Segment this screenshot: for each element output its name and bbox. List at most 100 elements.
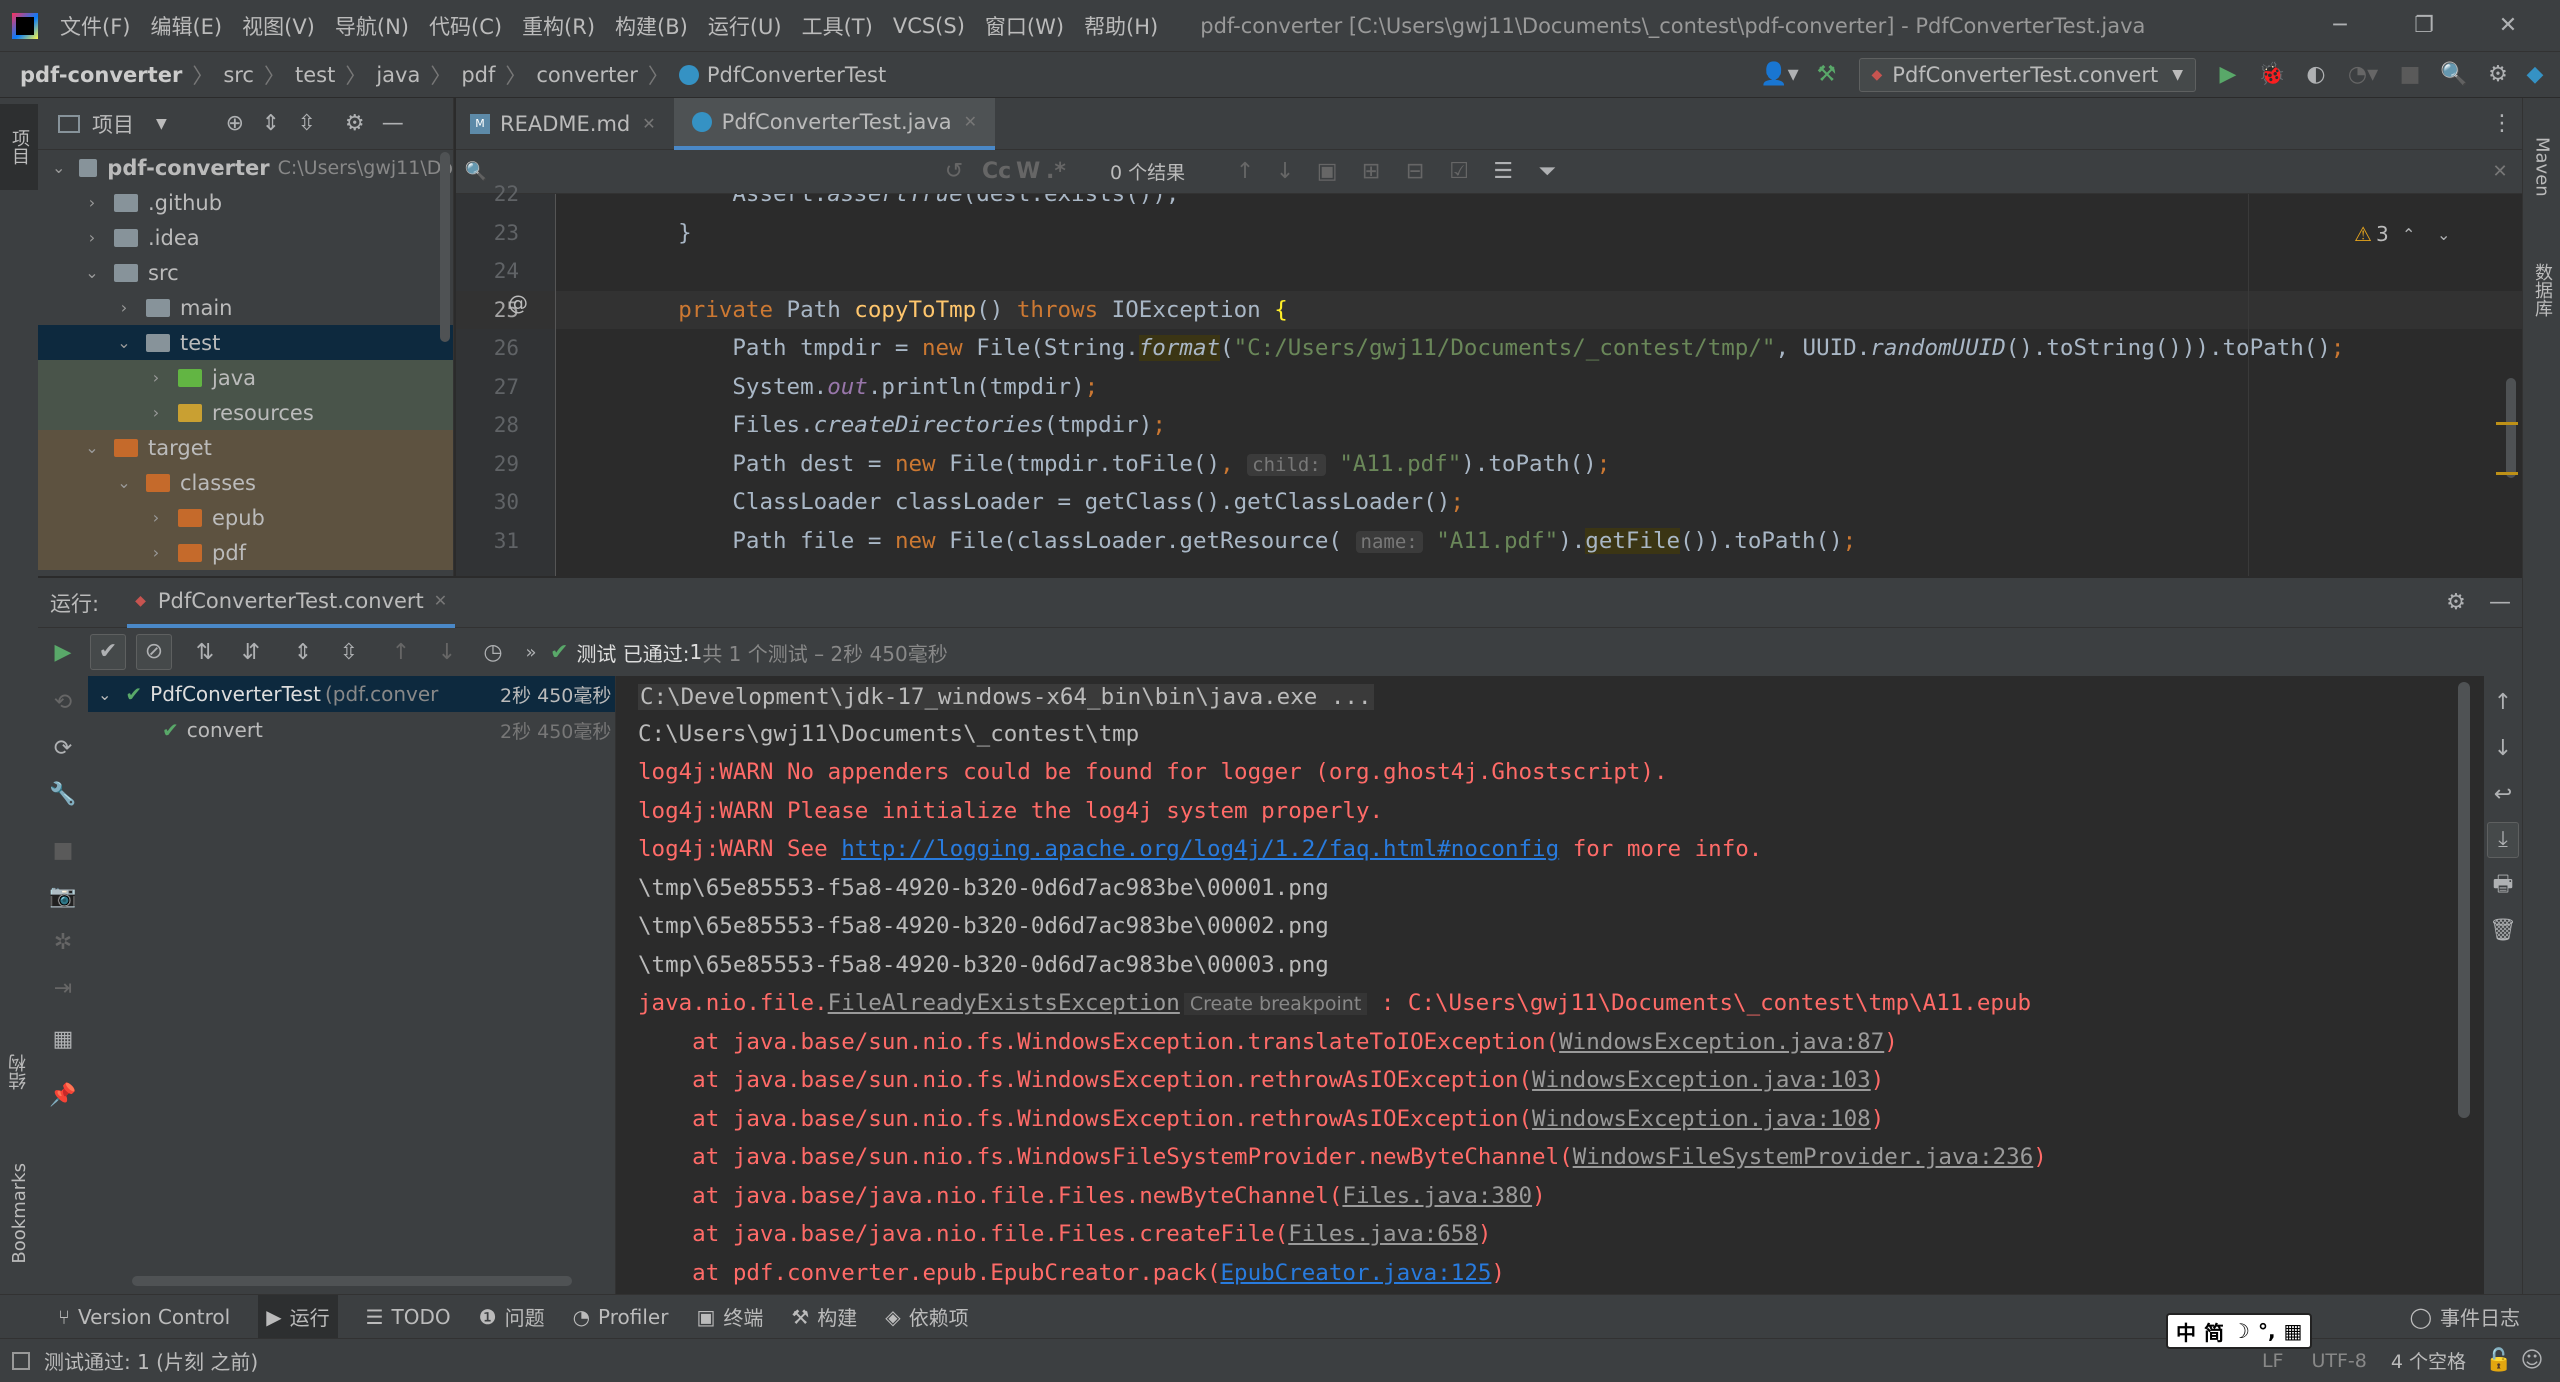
breadcrumb-src[interactable]: src [223, 63, 254, 87]
restore-icon[interactable]: ❐ [2382, 13, 2466, 38]
expand-all-icon[interactable]: ⇕ [280, 640, 326, 665]
tree-item[interactable]: › pdf [38, 535, 453, 570]
filter-lines-icon[interactable]: ☰ [1481, 159, 1525, 184]
add-selection-icon[interactable]: ⊞ [1349, 159, 1393, 184]
stack-link[interactable]: WindowsException.java:108 [1532, 1106, 1871, 1132]
menu-edit[interactable]: 编辑(E) [150, 11, 222, 41]
tab-pdfconvertertest[interactable]: PdfConverterTest.java ✕ [673, 97, 996, 150]
expand-all-icon[interactable]: ⇕ [253, 111, 289, 136]
arrow-up-icon[interactable]: ↑ [2494, 680, 2512, 726]
words-toggle[interactable]: W [1016, 159, 1046, 184]
chevron-up-icon[interactable]: ⌃ [2389, 225, 2429, 244]
close-icon[interactable]: ✕ [434, 591, 447, 610]
menu-navigate[interactable]: 导航(N) [335, 11, 409, 41]
plugin-icon[interactable]: ◆ [2520, 62, 2550, 87]
history-icon[interactable]: ↺ [936, 159, 972, 184]
chevron-down-icon[interactable]: ▼ [156, 116, 167, 132]
indent[interactable]: 4 个空格 [2391, 1347, 2466, 1374]
debug-icon[interactable]: ✲ [54, 920, 72, 966]
tree-item[interactable]: ⌄ classes [38, 465, 453, 500]
chevron-down-icon[interactable]: ⌄ [84, 263, 100, 282]
tab-build[interactable]: ⚒ 构建 [791, 1302, 857, 1331]
gear-icon[interactable]: ⚙ [2434, 590, 2478, 615]
arrow-up-icon[interactable]: ↑ [1225, 159, 1265, 184]
run-config-selector[interactable]: ◆ PdfConverterTest.convert ▼ [1858, 57, 2196, 92]
tab-problems[interactable]: ❶ 问题 [479, 1302, 545, 1331]
stack-link[interactable]: EpubCreator.java:125 [1220, 1260, 1491, 1286]
chevron-right-icon[interactable]: › [148, 368, 164, 387]
tree-item[interactable]: ⌄ src [38, 255, 453, 290]
bookmarks-tool-button[interactable]: Bookmarks [0, 1138, 38, 1288]
rerun-failed-icon[interactable]: ⟲ [54, 680, 72, 726]
wrench-icon[interactable]: 🔧 [49, 772, 76, 818]
stack-link[interactable]: WindowsFileSystemProvider.java:236 [1573, 1144, 2034, 1170]
menu-tools[interactable]: 工具(T) [802, 11, 873, 41]
breadcrumb-project[interactable]: pdf-converter [20, 63, 182, 87]
pin-icon[interactable]: 📌 [49, 1068, 76, 1124]
tree-item[interactable]: › epub [38, 500, 453, 535]
arrow-down-icon[interactable]: ↓ [424, 640, 470, 665]
tree-item[interactable]: › java [38, 360, 453, 395]
stack-link[interactable]: WindowsException.java:87 [1559, 1029, 1884, 1055]
project-scrollbar[interactable] [440, 152, 450, 342]
stop-icon[interactable]: ■ [2388, 62, 2432, 87]
select-all-occurrences-icon[interactable]: ☑ [1437, 159, 1481, 184]
stack-link[interactable]: WindowsException.java:103 [1532, 1067, 1871, 1093]
coverage-icon[interactable]: ◐ [2294, 62, 2338, 87]
tab-profiler[interactable]: ◔ Profiler [573, 1305, 669, 1329]
close-icon[interactable]: ✕ [2466, 13, 2550, 38]
encoding[interactable]: UTF-8 [2311, 1350, 2366, 1372]
more-icon[interactable]: ⋮ [2482, 111, 2522, 136]
chevron-right-icon[interactable]: › [116, 298, 132, 317]
arrow-up-icon[interactable]: ↑ [378, 640, 424, 665]
stop-icon[interactable]: ■ [53, 828, 74, 874]
intellij-logo-icon[interactable] [12, 12, 38, 39]
code-area[interactable]: Assert.assertTrue(dest.exists()); } priv… [556, 194, 2522, 576]
breadcrumb-java[interactable]: java [376, 63, 420, 87]
run-tab[interactable]: ◆ PdfConverterTest.convert ✕ [127, 578, 456, 628]
inspector-icon[interactable]: ☺ [2514, 1348, 2550, 1373]
breadcrumb-converter[interactable]: converter [536, 63, 637, 87]
menu-run[interactable]: 运行(U) [708, 11, 782, 41]
console-scrollbar[interactable] [2458, 682, 2470, 1118]
camera-icon[interactable]: 📷 [49, 874, 76, 920]
tree-item[interactable]: › .github [38, 185, 453, 220]
error-stripe-mark[interactable] [2496, 422, 2518, 425]
trash-icon[interactable]: 🗑 [2489, 908, 2517, 954]
menu-help[interactable]: 帮助(H) [1084, 11, 1158, 41]
console-output[interactable]: C:\Development\jdk-17_windows-x64_bin\bi… [616, 676, 2496, 1294]
filter-icon[interactable]: ⏷ [1525, 159, 1569, 184]
tab-run[interactable]: ▶ 运行 [258, 1294, 338, 1339]
stack-link[interactable]: Files.java:380 [1342, 1183, 1532, 1209]
breadcrumb-pdf[interactable]: pdf [461, 63, 495, 87]
scroll-to-end-icon[interactable]: ⤓ [2487, 822, 2519, 858]
gear-icon[interactable]: ⚙ [2476, 62, 2520, 87]
locate-icon[interactable]: ⊕ [217, 111, 253, 136]
create-breakpoint-hint[interactable]: Create breakpoint [1183, 993, 1368, 1015]
history-icon[interactable]: ◷ [470, 640, 516, 665]
more-icon[interactable]: » [516, 642, 546, 663]
chevron-right-icon[interactable]: › [148, 403, 164, 422]
test-tree-scrollbar[interactable] [132, 1276, 572, 1286]
project-view-label[interactable]: 项目 [92, 109, 134, 139]
chevron-right-icon[interactable]: › [148, 543, 164, 562]
exception-link[interactable]: FileAlreadyExistsException [828, 990, 1180, 1016]
menu-file[interactable]: 文件(F) [60, 11, 130, 41]
line-separator[interactable]: LF [2262, 1350, 2284, 1372]
select-all-icon[interactable]: ▣ [1305, 159, 1349, 184]
tree-item[interactable]: ⌄ pdf-converter C:\Users\gwj11\Do [38, 150, 453, 185]
lock-icon[interactable]: 🔓 [2484, 1348, 2514, 1373]
maven-tool-button[interactable]: Maven [2523, 112, 2560, 222]
sort-alpha-icon[interactable]: ⇅ [182, 640, 228, 665]
error-stripe-mark[interactable] [2496, 472, 2518, 475]
stack-link[interactable]: Files.java:658 [1288, 1221, 1478, 1247]
console-link[interactable]: http://logging.apache.org/log4j/1.2/faq.… [841, 836, 1559, 862]
chevron-down-icon[interactable]: ⌄ [2429, 225, 2459, 244]
breadcrumb-class[interactable]: PdfConverterTest [707, 63, 886, 87]
project-tool-button[interactable]: 项目 [0, 104, 38, 190]
tab-dependencies[interactable]: ◈ 依赖项 [885, 1302, 968, 1331]
ime-indicator[interactable]: 中 简 ☽ °, ▦ [2166, 1313, 2313, 1349]
search-icon[interactable]: 🔍 [2432, 62, 2476, 87]
chevron-down-icon[interactable]: ⌄ [52, 158, 65, 177]
arrow-down-icon[interactable]: ↓ [2494, 726, 2512, 772]
